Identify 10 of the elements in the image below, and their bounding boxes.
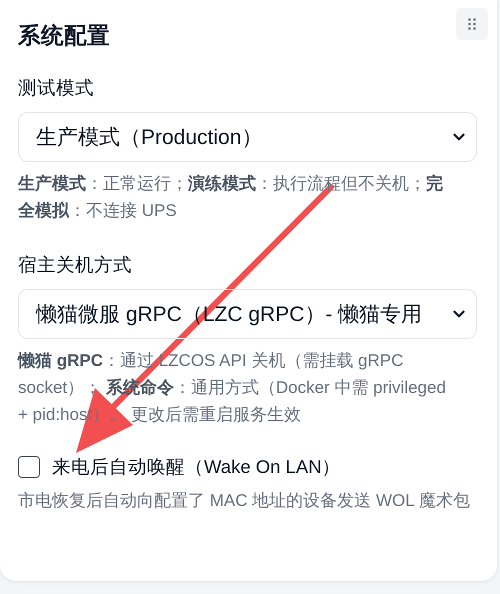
dropdown-select[interactable]: 生产模式（Production） [18, 112, 477, 162]
card-title: 系统配置 [18, 22, 110, 50]
checkbox[interactable] [18, 456, 40, 478]
field-label: 测试模式 [18, 76, 95, 100]
drag-handle[interactable] [456, 8, 488, 40]
checkbox-hint: 市电恢复后自动向配置了 MAC 地址的设备发送 WOL 魔术包 [18, 490, 471, 512]
checkbox-label[interactable]: 来电后自动唤醒（Wake On LAN） [52, 454, 341, 479]
field-label: 宿主关机方式 [18, 253, 133, 277]
field-hint: 生产模式：正常运行；演练模式：执行流程但不关机；完全模拟：不连接 UPS [18, 173, 444, 222]
grip-icon [468, 18, 476, 30]
